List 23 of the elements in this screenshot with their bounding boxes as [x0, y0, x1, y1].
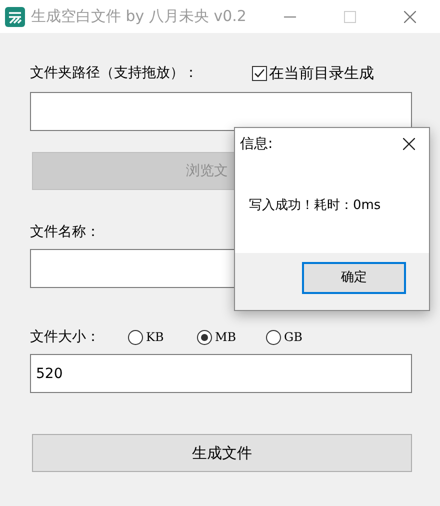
- ok-button[interactable]: 确定: [302, 262, 406, 294]
- close-icon: [403, 138, 415, 150]
- folder-path-field[interactable]: [30, 92, 412, 131]
- radio-button[interactable]: [128, 330, 143, 344]
- minimize-icon: [284, 16, 296, 18]
- radio-label[interactable]: KB: [146, 328, 164, 346]
- dialog-title: 信息:: [240, 134, 273, 154]
- close-icon: [404, 10, 416, 22]
- checkbox[interactable]: [252, 66, 267, 80]
- radio-button[interactable]: [197, 330, 212, 344]
- field-label: 文件名称：: [30, 223, 101, 242]
- field-label: 文件夹路径（支持拖放）：: [30, 64, 198, 82]
- maximize-icon: [344, 10, 356, 22]
- radio-label[interactable]: MB: [215, 328, 236, 346]
- checkbox-label[interactable]: 在当前目录生成: [269, 62, 374, 84]
- dialog-message: 写入成功！耗时：0ms: [249, 197, 381, 215]
- generate-button[interactable]: 生成文件: [32, 434, 412, 472]
- app-icon: [5, 6, 25, 26]
- field-label: 文件大小：: [30, 328, 101, 346]
- radio-button[interactable]: [266, 330, 281, 344]
- size-field[interactable]: 520: [30, 354, 412, 393]
- window-title: 生成空白文件 by 八月未央 v0.2: [31, 6, 246, 28]
- radio-label[interactable]: GB: [284, 328, 302, 346]
